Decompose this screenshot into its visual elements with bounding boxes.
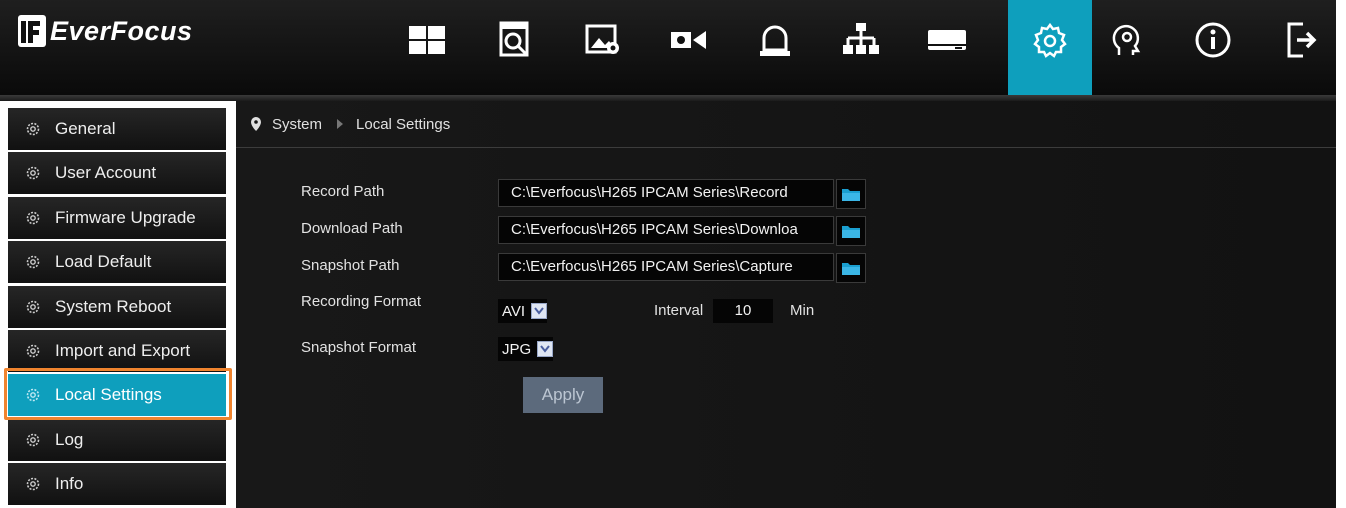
breadcrumb-arrow-icon [337, 119, 344, 129]
download-path-browse-button[interactable] [836, 216, 866, 246]
breadcrumb-root[interactable]: System [272, 116, 322, 133]
gear-icon [26, 388, 40, 402]
sidebar-item-label: Load Default [55, 252, 152, 271]
picture-settings-icon[interactable] [576, 0, 630, 95]
sidebar-item-label: Firmware Upgrade [55, 208, 196, 227]
gear-icon [26, 344, 40, 358]
record-path-browse-button[interactable] [836, 179, 866, 209]
playback-search-icon[interactable] [488, 0, 542, 95]
record-path-field[interactable]: C:\Everfocus\H265 IPCAM Series\Record [498, 179, 834, 207]
recording-format-label: Recording Format [301, 293, 422, 310]
sidebar-item-local-settings[interactable]: Local Settings [8, 374, 226, 416]
sidebar-item-label: Import and Export [55, 341, 191, 360]
recording-format-value: AVI [502, 302, 526, 320]
snapshot-format-label: Snapshot Format [301, 339, 417, 356]
diagnostic-icon[interactable] [1100, 0, 1154, 95]
apply-button[interactable]: Apply [523, 377, 603, 413]
everfocus-logo-mark-icon [18, 13, 48, 49]
chevron-down-icon [537, 341, 554, 357]
sidebar-item-label: Info [55, 474, 84, 493]
sidebar-item-label: Local Settings [55, 385, 162, 404]
breadcrumb: System Local Settings [236, 101, 1336, 148]
folder-icon [842, 263, 860, 275]
record-path-label: Record Path [301, 183, 385, 200]
folder-icon [842, 189, 860, 201]
gear-icon [26, 300, 40, 314]
sidebar-item-label: General [55, 119, 116, 138]
sidebar-item-info[interactable]: Info [8, 463, 226, 505]
breadcrumb-current: Local Settings [356, 115, 451, 133]
sidebar-item-general[interactable]: General [8, 108, 226, 150]
camera-record-icon[interactable] [662, 0, 716, 95]
sidebar-item-system-reboot[interactable]: System Reboot [8, 286, 226, 328]
snapshot-format-value: JPG [502, 340, 532, 358]
sidebar-item-load-default[interactable]: Load Default [8, 241, 226, 283]
brand-name: EverFocus [50, 15, 193, 46]
sidebar-item-log[interactable]: Log [8, 419, 226, 461]
grid-view-icon[interactable] [400, 0, 454, 95]
sidebar-item-label: User Account [55, 163, 157, 182]
gear-icon [26, 255, 40, 269]
chevron-down-icon [531, 303, 548, 319]
recording-format-select[interactable]: AVI [498, 299, 548, 323]
top-navigation-bar: EverFocus [0, 0, 1336, 95]
network-icon[interactable] [834, 0, 888, 95]
snapshot-path-field[interactable]: C:\Everfocus\H265 IPCAM Series\Capture [498, 253, 834, 281]
gear-icon [26, 211, 40, 225]
interval-unit: Min [790, 302, 815, 319]
gear-icon [26, 122, 40, 136]
interval-input[interactable]: 10 [713, 299, 773, 323]
logout-icon[interactable] [1274, 0, 1328, 95]
sidebar-item-label: System Reboot [55, 297, 172, 316]
snapshot-path-label: Snapshot Path [301, 257, 400, 274]
storage-icon[interactable] [920, 0, 974, 95]
brand-logo: EverFocus [18, 8, 193, 54]
download-path-label: Download Path [301, 220, 403, 237]
sidebar-item-label: Log [55, 430, 84, 449]
sidebar-item-firmware-upgrade[interactable]: Firmware Upgrade [8, 197, 226, 239]
settings-sidebar: General User Account Firmware Upgrade Lo… [0, 101, 232, 508]
sidebar-item-import-export[interactable]: Import and Export [8, 330, 226, 372]
interval-label: Interval [654, 302, 704, 319]
snapshot-path-browse-button[interactable] [836, 253, 866, 283]
snapshot-format-select[interactable]: JPG [498, 337, 554, 361]
folder-icon [842, 226, 860, 238]
local-settings-panel: System Local Settings Record Path C:\Eve… [236, 101, 1336, 508]
sidebar-item-user-account[interactable]: User Account [8, 152, 226, 194]
location-pin-icon [251, 117, 261, 131]
download-path-field[interactable]: C:\Everfocus\H265 IPCAM Series\Downloa [498, 216, 834, 244]
gear-icon [26, 166, 40, 180]
alarm-icon[interactable] [748, 0, 802, 95]
information-icon[interactable] [1186, 0, 1240, 95]
gear-icon [26, 477, 40, 491]
gear-icon [26, 433, 40, 447]
settings-gear-icon[interactable] [1008, 0, 1092, 95]
